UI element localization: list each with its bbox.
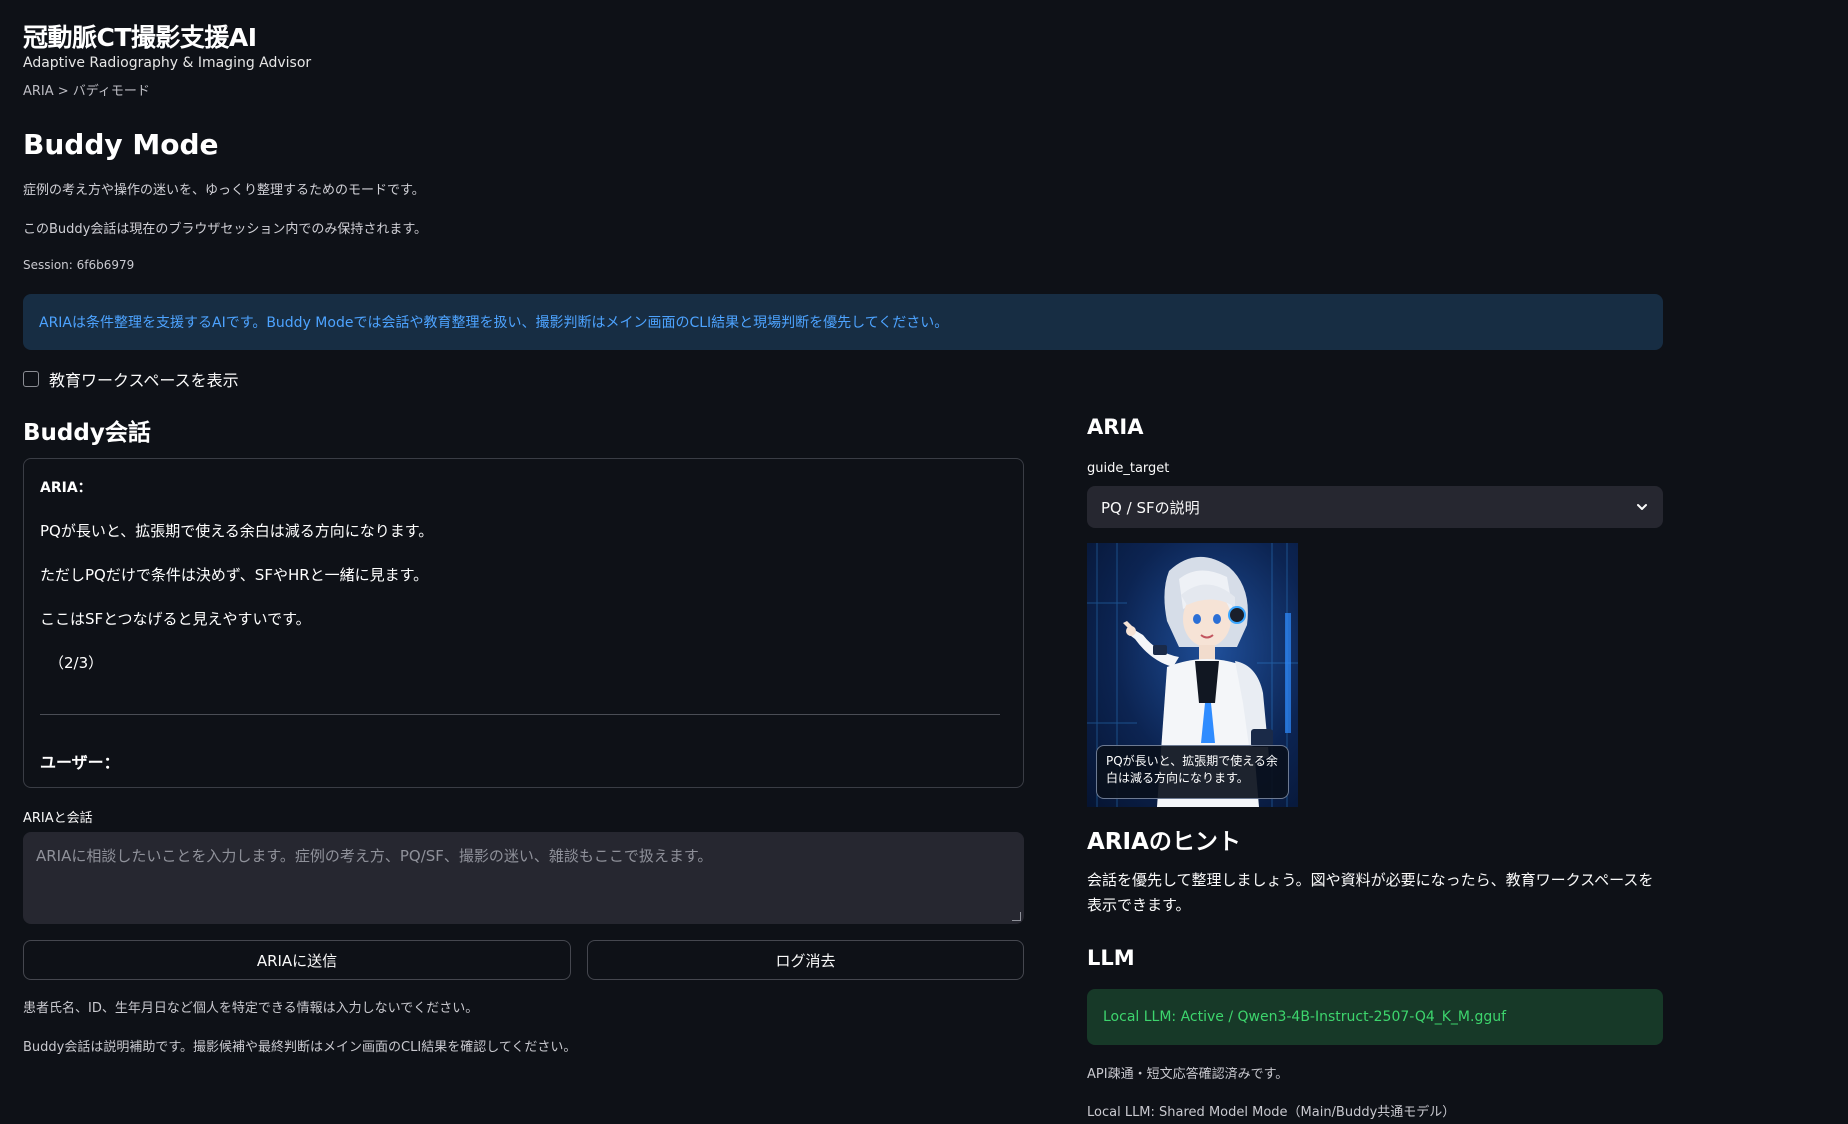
guide-target-value: PQ / SFの説明 — [1101, 498, 1200, 517]
buddy-mode-page: 冠動脈CT撮影支援AI Adaptive Radiography & Imagi… — [0, 0, 1848, 1124]
chat-input[interactable] — [23, 832, 1024, 924]
privacy-warning: 患者氏名、ID、生年月日など個人を特定できる情報は入力しないでください。 — [23, 1001, 479, 1016]
send-to-aria-button[interactable]: ARIAに送信 — [23, 940, 571, 980]
aria-hint-text: 会話を優先して整理しましょう。図や資料が必要になったら、教育ワークスペースを表示… — [1087, 871, 1654, 914]
chat-divider — [40, 714, 1000, 715]
info-banner-text: ARIAは条件整理を支援するAIです。Buddy Modeでは会話や教育整理を扱… — [39, 315, 949, 331]
llm-status-text: Local LLM: Active / Qwen3-4B-Instruct-25… — [1103, 1009, 1507, 1025]
session-retention-note: このBuddy会話は現在のブラウザセッション内でのみ保持されます。 — [23, 222, 428, 237]
page-title: Buddy Mode — [23, 128, 219, 161]
aria-speaker-label: ARIA： — [40, 480, 92, 496]
chat-input-label: ARIAと会話 — [23, 811, 93, 826]
session-id: Session: 6f6b6979 — [23, 258, 135, 272]
resize-handle-icon[interactable] — [1012, 912, 1021, 921]
llm-api-note: API疎通・短文応答確認済みです。 — [1087, 1067, 1289, 1082]
disclaimer-note: Buddy会話は説明補助です。撮影候補や最終判断はメイン画面のCLI結果を確認し… — [23, 1040, 577, 1055]
guide-target-select[interactable]: PQ / SFの説明 — [1087, 486, 1663, 528]
aria-speech-bubble: PQが長いと、拡張期で使える余白は減る方向になります。 — [1096, 745, 1289, 799]
user-speaker-label: ユーザー： — [40, 753, 120, 772]
breadcrumb: ARIA > バディモード — [23, 84, 150, 99]
page-description: 症例の考え方や操作の迷いを、ゆっくり整理するためのモードです。 — [23, 183, 425, 198]
chat-progress: （2/3） — [49, 654, 104, 672]
llm-status-badge: Local LLM: Active / Qwen3-4B-Instruct-25… — [1087, 989, 1663, 1045]
info-banner: ARIAは条件整理を支援するAIです。Buddy Modeでは会話や教育整理を扱… — [23, 294, 1663, 350]
chevron-down-icon — [1637, 504, 1647, 510]
chat-message-line: ここはSFとつなげると見えやすいです。 — [40, 610, 311, 628]
app-title: 冠動脈CT撮影支援AI — [23, 23, 257, 52]
app-subtitle: Adaptive Radiography & Imaging Advisor — [23, 55, 312, 71]
checkbox-label: 教育ワークスペースを表示 — [49, 371, 239, 390]
aria-panel-title: ARIA — [1087, 415, 1144, 439]
education-workspace-toggle[interactable]: 教育ワークスペースを表示 — [23, 367, 239, 391]
chat-message-line: PQが長いと、拡張期で使える余白は減る方向になります。 — [40, 522, 434, 540]
llm-mode-note: Local LLM: Shared Model Mode（Main/Buddy共… — [1087, 1105, 1456, 1120]
chat-log[interactable]: ARIA： PQが長いと、拡張期で使える余白は減る方向になります。 ただしPQだ… — [23, 458, 1024, 788]
aria-hint-title: ARIAのヒント — [1087, 829, 1241, 855]
checkbox[interactable] — [23, 371, 39, 387]
buddy-chat-title: Buddy会話 — [23, 420, 151, 446]
llm-title: LLM — [1087, 946, 1135, 970]
guide-target-label: guide_target — [1087, 461, 1170, 476]
chat-message-line: ただしPQだけで条件は決めず、SFやHRと一緒に見ます。 — [40, 566, 429, 584]
clear-log-button[interactable]: ログ消去 — [587, 940, 1024, 980]
